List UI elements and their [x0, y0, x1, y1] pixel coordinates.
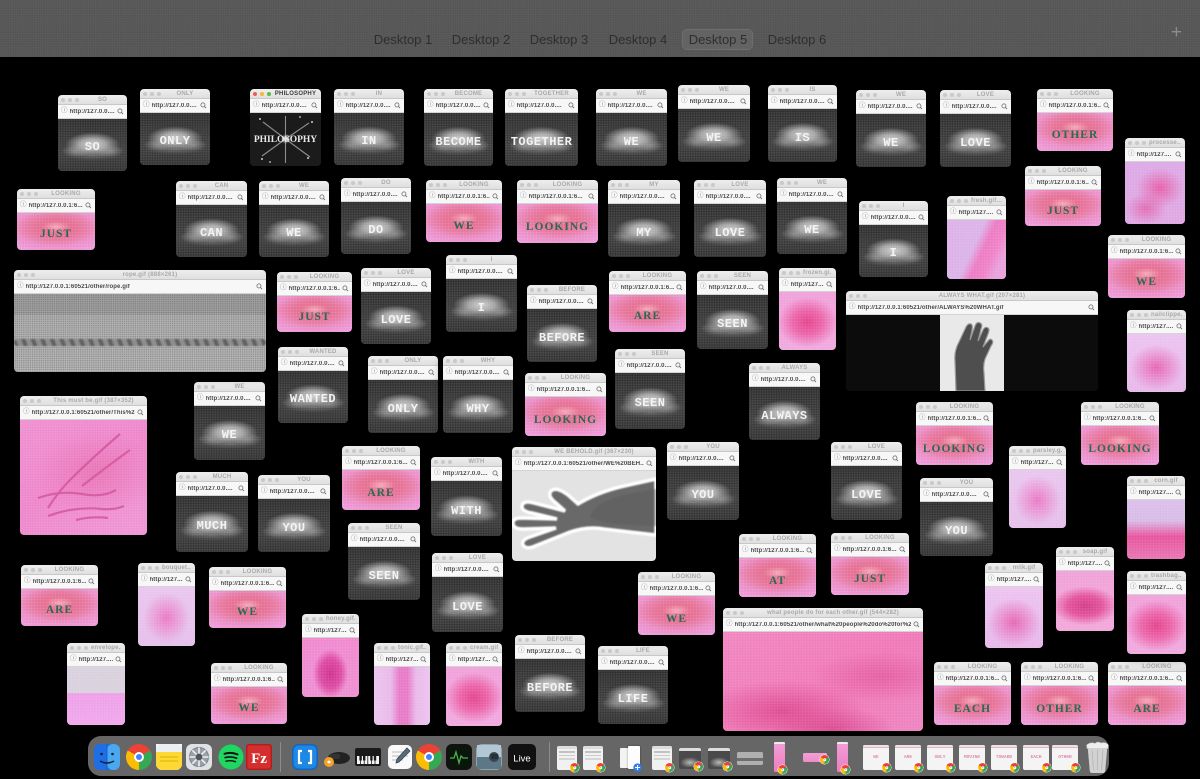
svg-text:Live: Live [513, 754, 530, 765]
svg-text:Fz: Fz [251, 751, 267, 767]
